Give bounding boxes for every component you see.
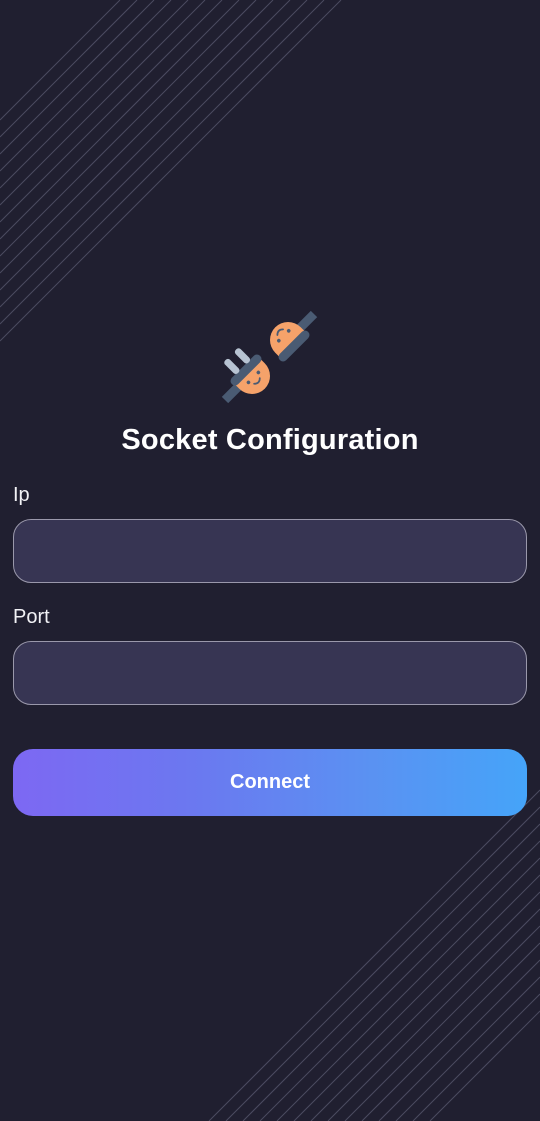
plug-icon (221, 310, 318, 404)
port-label: Port (13, 606, 50, 628)
ip-label: Ip (13, 484, 30, 506)
ip-input[interactable] (13, 519, 527, 583)
port-input[interactable] (13, 641, 527, 705)
page-title: Socket Configuration (121, 424, 419, 456)
connect-button[interactable]: Connect (13, 749, 527, 816)
socket-config-screen: Socket Configuration Ip Port Connect (0, 0, 540, 1121)
